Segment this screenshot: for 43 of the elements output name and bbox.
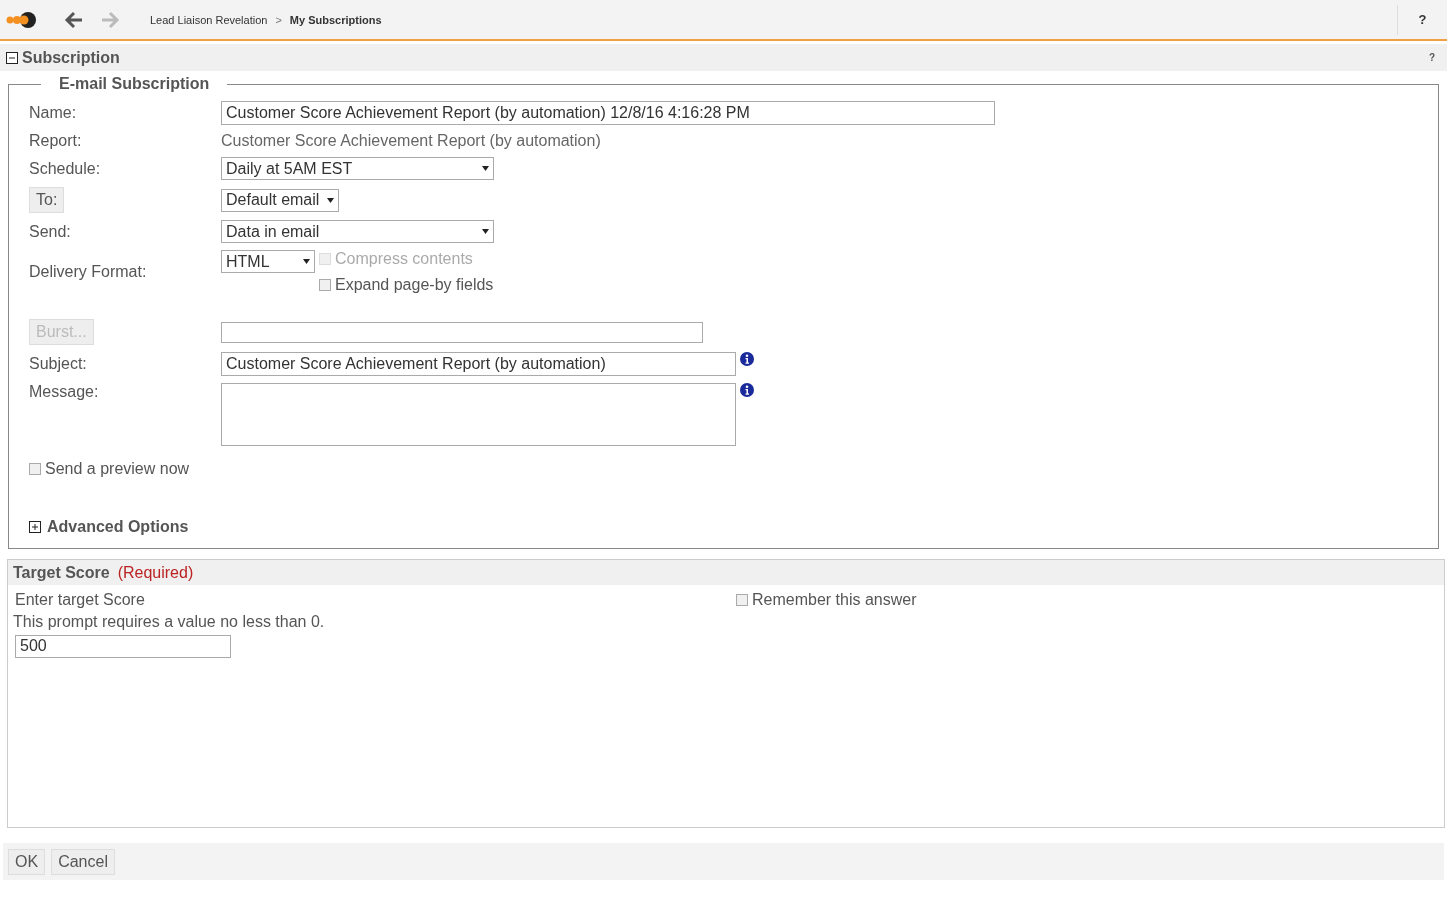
field-label: Send: bbox=[29, 222, 72, 241]
breadcrumb-link[interactable]: My Subscriptions bbox=[289, 13, 382, 26]
dropdown[interactable]: Daily at 5AM EST bbox=[221, 157, 494, 180]
dropdown[interactable]: Default email bbox=[221, 188, 339, 212]
dropdown[interactable]: HTML bbox=[221, 250, 315, 273]
field-label: Schedule: bbox=[29, 159, 102, 178]
help-button[interactable]: ? bbox=[1422, 51, 1441, 64]
field-label: Message: bbox=[29, 383, 100, 401]
dialog-button[interactable]: Cancel bbox=[51, 848, 115, 875]
section-title: Subscription bbox=[22, 48, 120, 67]
dropdown-caret-icon bbox=[482, 229, 489, 234]
report-name: Customer Score Achievement Report (by automation) bbox=[221, 132, 602, 150]
prompt-title: Target Score bbox=[13, 563, 110, 582]
prompt-label: Enter target Score bbox=[14, 591, 146, 609]
back-arrow-icon[interactable] bbox=[64, 9, 84, 30]
breadcrumb-link[interactable]: Lead Liaison Revelation bbox=[150, 13, 268, 26]
text-field[interactable] bbox=[221, 321, 703, 343]
dropdown-caret-icon bbox=[482, 166, 489, 171]
dialog-button[interactable]: OK bbox=[8, 848, 46, 875]
checkbox-option[interactable]: Expand page-by fields bbox=[319, 276, 494, 294]
advanced-options-toggle[interactable]: Advanced Options bbox=[47, 518, 189, 536]
text-field[interactable]: Customer Score Achievement Report (by automation) bbox=[221, 352, 736, 376]
info-icon[interactable] bbox=[740, 383, 754, 397]
text-field[interactable]: Customer Score Achievement Report (by automation) 12/8/16 4:16:28 PM bbox=[221, 101, 995, 125]
field-label: Name: bbox=[29, 104, 78, 122]
dropdown-caret-icon bbox=[303, 259, 310, 264]
field-label: Subject: bbox=[29, 355, 88, 373]
group-title: E-mail Subscription bbox=[58, 75, 211, 93]
checkbox-option[interactable]: Remember this answer bbox=[736, 591, 1439, 609]
dropdown[interactable]: Data in email bbox=[221, 220, 494, 243]
field-label: Report: bbox=[29, 132, 83, 150]
to-button[interactable]: To: bbox=[29, 187, 65, 213]
field-label: Delivery Format: bbox=[29, 263, 148, 281]
score-field[interactable]: 500 bbox=[15, 635, 231, 658]
dropdown-caret-icon bbox=[327, 197, 334, 203]
expand-icon[interactable] bbox=[29, 521, 41, 533]
breadcrumb-separator: > bbox=[275, 13, 282, 26]
required-note: (Required) bbox=[117, 563, 194, 582]
help-button[interactable]: ? bbox=[1397, 4, 1447, 35]
prompt-note: This prompt requires a value no less than 0. bbox=[13, 613, 326, 631]
checkbox-option[interactable]: Send a preview now bbox=[29, 460, 1418, 478]
info-icon[interactable] bbox=[740, 352, 754, 366]
collapse-icon[interactable] bbox=[6, 51, 18, 64]
